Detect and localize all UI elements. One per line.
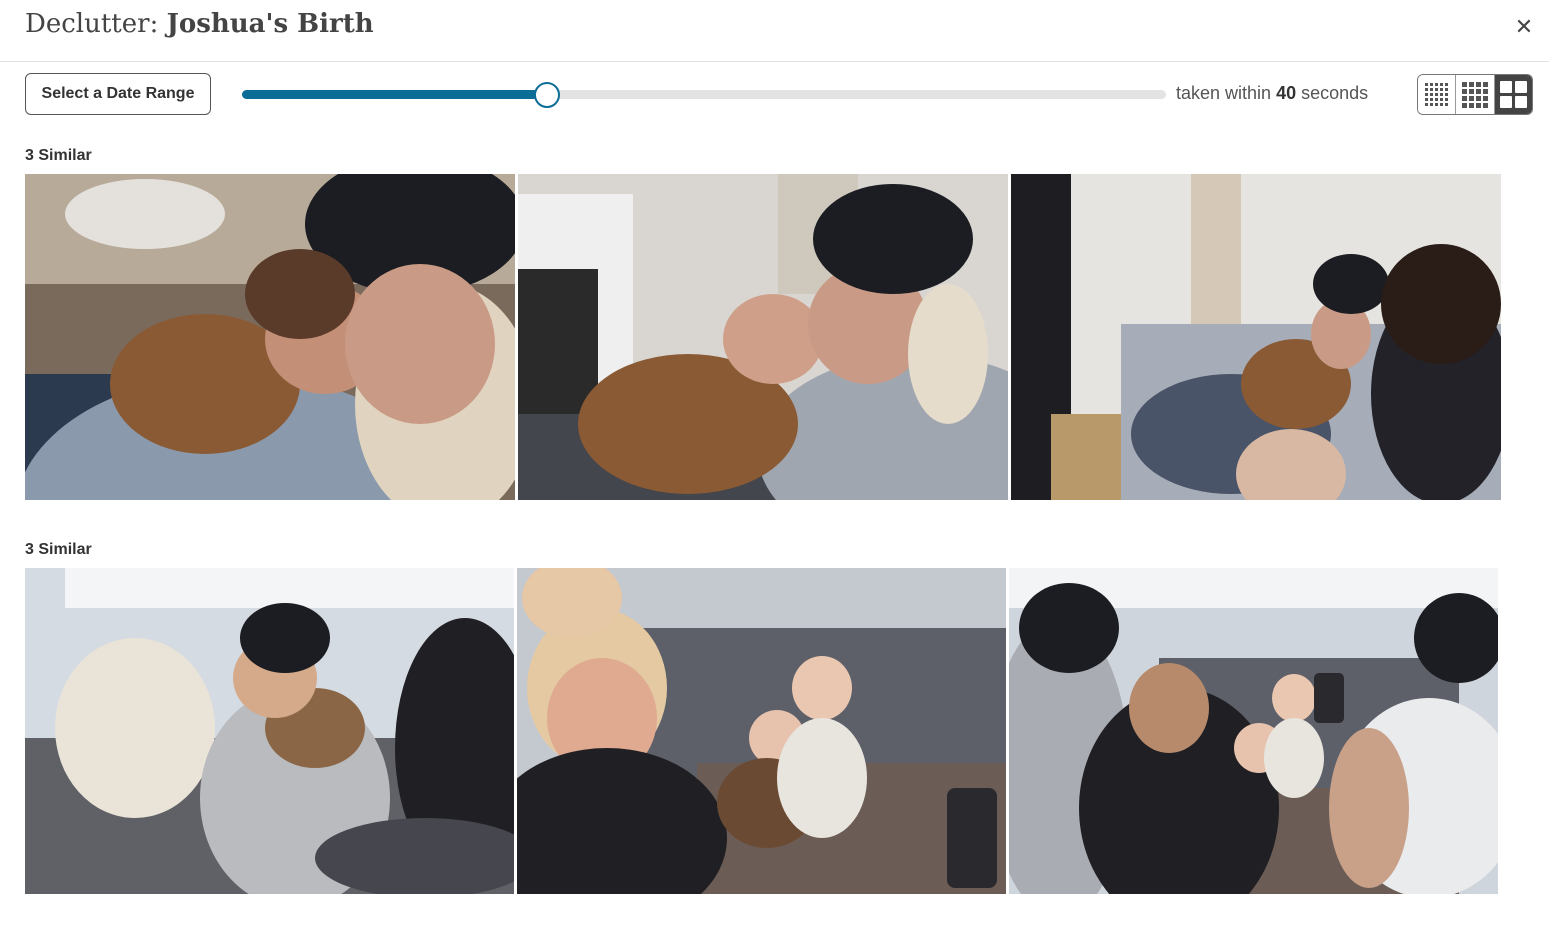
small-grid-view-button[interactable] — [1418, 75, 1457, 114]
time-window-slider[interactable] — [242, 82, 1166, 108]
group-label: 3 Similar — [25, 147, 92, 164]
photo-thumbnail[interactable] — [1009, 568, 1498, 894]
photo-woman-holding-newborn-on-sofa-icon — [25, 568, 514, 894]
photo-group-row — [25, 568, 1498, 894]
select-date-range-button[interactable]: Select a Date Range — [25, 73, 211, 115]
title-prefix: Declutter: — [25, 9, 159, 39]
large-grid-view-button[interactable] — [1494, 75, 1532, 114]
slider-fill — [242, 90, 547, 99]
page-title: Declutter: Joshua's Birth — [25, 9, 374, 39]
slider-thumb[interactable] — [533, 82, 560, 108]
group-label: 3 Similar — [25, 541, 92, 558]
photo-thumbnail[interactable] — [518, 174, 1008, 500]
taken-prefix: taken within — [1176, 83, 1272, 103]
taken-suffix: seconds — [1301, 83, 1369, 103]
photo-thumbnail[interactable] — [1011, 174, 1501, 500]
medium-grid-icon — [1461, 81, 1488, 108]
photo-thumbnail[interactable] — [517, 568, 1006, 894]
photo-thumbnail[interactable] — [25, 568, 514, 894]
view-size-toggle — [1417, 74, 1533, 115]
toolbar: Select a Date Range taken within 40 seco… — [0, 62, 1549, 132]
photo-family-photographing-babies-icon — [1009, 568, 1498, 894]
close-icon[interactable]: ✕ — [1511, 14, 1537, 40]
time-window-label: taken within 40 seconds — [1176, 83, 1368, 104]
medium-grid-view-button[interactable] — [1456, 75, 1495, 114]
photo-grandma-holding-newborn-on-couch-icon — [518, 174, 1008, 500]
large-grid-icon — [1499, 81, 1527, 108]
taken-value: 40 — [1276, 83, 1297, 103]
modal-header: Declutter: Joshua's Birth ✕ — [0, 0, 1549, 62]
photo-grandma-cuddling-newborn-closeup-icon — [25, 174, 515, 500]
photo-group-row — [25, 174, 1501, 500]
photo-woman-laughing-babies-on-sofa-icon — [517, 568, 1006, 894]
title-album-name: Joshua's Birth — [166, 9, 374, 39]
photo-thumbnail[interactable] — [25, 174, 515, 500]
small-grid-icon — [1425, 83, 1449, 106]
photo-family-on-couch-with-newborn-icon — [1011, 174, 1501, 500]
